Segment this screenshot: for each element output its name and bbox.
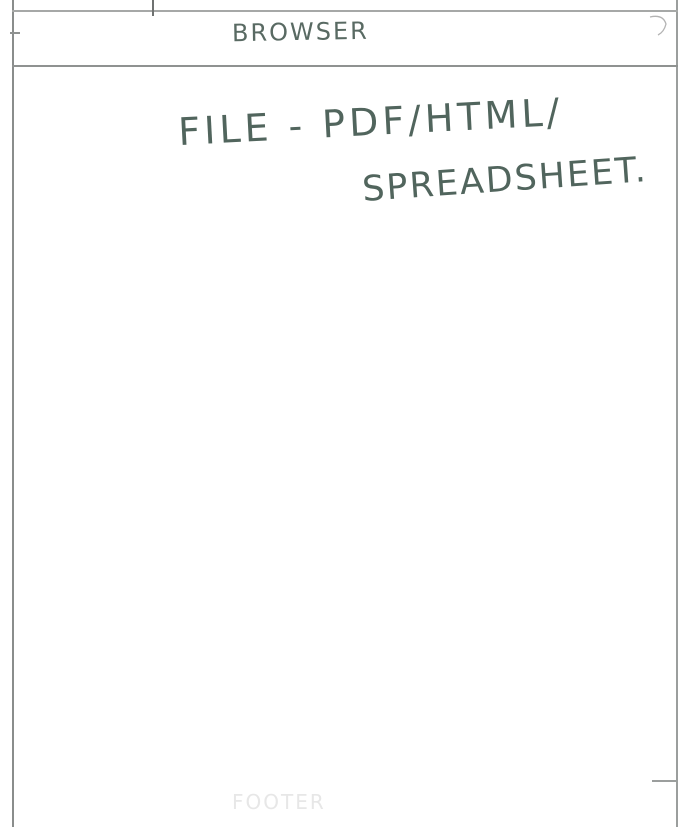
top-pencil-tick <box>152 0 154 16</box>
window-corner-icon <box>646 12 670 36</box>
browser-top-border <box>12 10 678 12</box>
browser-header-divider <box>12 65 678 67</box>
right-pencil-tick <box>652 780 676 782</box>
browser-title: BROWSER <box>231 16 370 48</box>
left-pencil-tick <box>10 32 20 34</box>
faint-footer-text: FOOTER <box>232 790 326 814</box>
